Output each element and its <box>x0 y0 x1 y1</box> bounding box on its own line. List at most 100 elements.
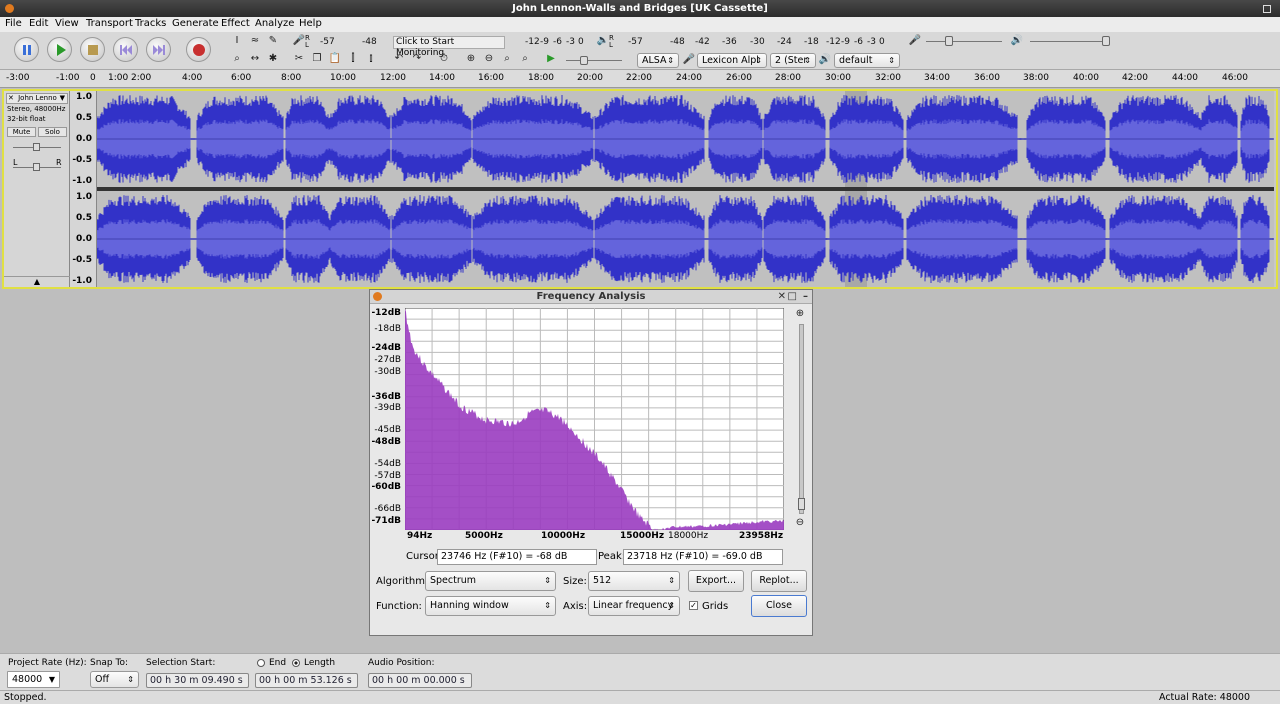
audio-host-select[interactable]: ALSA ⇕ <box>637 53 679 68</box>
gain-thumb[interactable] <box>33 143 40 151</box>
length-label: Length <box>304 658 336 668</box>
export-button[interactable]: Export... <box>688 570 744 592</box>
menu-file[interactable]: File <box>5 18 22 29</box>
db-tick-label: -60dB <box>371 482 401 492</box>
ruler-tick-label: 2:00 <box>131 73 152 83</box>
envelope-tool-icon[interactable]: ≈ <box>248 34 262 48</box>
ruler-tick-label: 34:00 <box>924 73 950 83</box>
play-at-speed-icon[interactable]: ▶ <box>544 52 558 66</box>
sync-lock-icon[interactable]: ⏱ <box>437 52 451 66</box>
db-range-slider[interactable] <box>799 324 804 514</box>
multi-tool-icon[interactable]: ✱ <box>266 52 280 66</box>
channels-select[interactable]: 2 (Ster ⇕ <box>770 53 816 68</box>
redo-icon[interactable]: ↷ <box>410 52 424 66</box>
menu-analyze[interactable]: Analyze <box>255 18 294 29</box>
track-name-menu[interactable]: ✕ John Lenno ▼ <box>6 93 68 104</box>
timeline-ruler[interactable]: -3:00 -1:00 0 1:00 2:00 4:00 6:00 8:00 10:00 12:0… <box>0 70 1280 88</box>
audio-track[interactable]: ✕ John Lenno ▼ Stereo, 48000Hz 32-bit fl… <box>2 89 1278 289</box>
play-meter-ticks[interactable]: -57 -48 -42 -36 -30 -24 -18 -12 -9 -6 -3… <box>628 37 898 49</box>
copy-icon[interactable]: ❐ <box>310 52 324 66</box>
solo-button[interactable]: Solo <box>38 127 67 137</box>
grids-checkbox[interactable]: ✓ <box>689 601 698 610</box>
size-select[interactable]: 512 ⇕ <box>588 571 680 591</box>
length-radio[interactable] <box>292 659 300 667</box>
snap-to-select[interactable]: Off ⇕ <box>90 671 139 688</box>
end-radio[interactable] <box>257 659 265 667</box>
play-button[interactable] <box>47 37 72 62</box>
algorithm-select[interactable]: Spectrum ⇕ <box>425 571 556 591</box>
pan-left-label: L <box>13 158 18 167</box>
cut-icon[interactable]: ✂ <box>292 52 306 66</box>
axis-select[interactable]: Linear frequency ⇕ <box>588 596 680 616</box>
dialog-title: Frequency Analysis <box>536 291 646 302</box>
menu-edit[interactable]: Edit <box>29 18 48 29</box>
menu-effect[interactable]: Effect <box>221 18 250 29</box>
zoom-in-icon[interactable]: ⊕ <box>793 307 807 321</box>
ruler-tick-label: 14:00 <box>429 73 455 83</box>
replot-button[interactable]: Replot... <box>751 570 807 592</box>
maximize-icon[interactable] <box>1263 5 1271 13</box>
pan-thumb[interactable] <box>33 163 40 171</box>
close-button[interactable]: Close <box>751 595 807 617</box>
recording-volume-slider[interactable] <box>926 41 1002 42</box>
mute-button[interactable]: Mute <box>7 127 36 137</box>
function-select[interactable]: Hanning window ⇕ <box>425 596 556 616</box>
fit-project-icon[interactable]: ⌕ <box>518 52 532 66</box>
track-name: John Lenno <box>18 94 57 102</box>
minimize-icon[interactable]: – <box>803 290 808 304</box>
menu-generate[interactable]: Generate <box>172 18 219 29</box>
monitor-button[interactable]: Click to Start Monitoring <box>393 36 505 58</box>
db-range-thumb[interactable] <box>798 498 805 510</box>
fit-selection-icon[interactable]: ⌕ <box>500 52 514 66</box>
close-icon[interactable]: ✕ <box>778 290 786 304</box>
playback-volume-thumb[interactable] <box>1102 36 1110 46</box>
db-tick-label: -45dB <box>374 425 401 435</box>
ruler-tick-label: 10:00 <box>330 73 356 83</box>
zoom-out-icon[interactable]: ⊖ <box>482 52 496 66</box>
zoom-in-icon[interactable]: ⊕ <box>464 52 478 66</box>
window-titlebar: John Lennon-Walls and Bridges [UK Casset… <box>0 0 1280 17</box>
waveform-area[interactable] <box>97 91 1274 287</box>
playback-meter-icon[interactable]: 🔈 <box>596 34 610 48</box>
skip-end-button[interactable] <box>146 37 171 62</box>
record-button[interactable] <box>186 37 211 62</box>
collapse-track-icon[interactable]: ▲ <box>4 276 70 287</box>
trim-icon[interactable]: ⫿ <box>346 52 360 66</box>
waveform[interactable] <box>97 91 1274 287</box>
paste-icon[interactable]: 📋 <box>328 52 342 66</box>
silence-icon[interactable]: ⫾ <box>364 52 378 66</box>
pause-button[interactable] <box>14 37 39 62</box>
audio-position-field[interactable]: 00 h 00 m 00.000 s <box>368 673 472 688</box>
playback-volume-slider[interactable] <box>1030 41 1108 42</box>
draw-tool-icon[interactable]: ✎ <box>266 34 280 48</box>
undo-icon[interactable]: ↶ <box>392 52 406 66</box>
playback-device-select[interactable]: default ⇕ <box>834 53 900 68</box>
menu-help[interactable]: Help <box>299 18 322 29</box>
selection-start-field[interactable]: 00 h 30 m 09.490 s <box>146 673 249 688</box>
project-rate-select[interactable]: 48000 ▼ <box>7 671 60 688</box>
selection-tool-icon[interactable]: I <box>230 34 244 48</box>
zoom-out-icon[interactable]: ⊖ <box>793 516 807 530</box>
menu-view[interactable]: View <box>55 18 79 29</box>
menu-tracks[interactable]: Tracks <box>135 18 166 29</box>
recording-device-select[interactable]: Lexicon Alpl ⇕ <box>697 53 767 68</box>
db-tick-label: -12dB <box>371 308 401 318</box>
timeshift-tool-icon[interactable]: ↔ <box>248 52 262 66</box>
stop-button[interactable] <box>80 37 105 62</box>
rec-meter-r: R <box>305 34 310 42</box>
play-speed-thumb[interactable] <box>580 56 588 65</box>
zoom-tool-icon[interactable]: ⌕ <box>230 52 244 66</box>
close-icon[interactable]: ✕ <box>8 94 14 102</box>
menu-transport[interactable]: Transport <box>86 18 133 29</box>
play-speed-slider[interactable] <box>566 60 622 61</box>
ruler-tick-label: 42:00 <box>1122 73 1148 83</box>
play-meter-l: L <box>609 41 613 49</box>
record-meter-icon[interactable]: 🎤 <box>292 34 306 48</box>
recording-volume-thumb[interactable] <box>945 36 953 46</box>
selection-length-field[interactable]: 00 h 00 m 53.126 s <box>255 673 358 688</box>
spectrum-plot[interactable] <box>405 308 784 530</box>
size-label: Size: <box>563 576 587 587</box>
maximize-icon[interactable]: □ <box>788 290 797 304</box>
skip-start-button[interactable] <box>113 37 138 62</box>
grids-label: Grids <box>702 601 729 612</box>
